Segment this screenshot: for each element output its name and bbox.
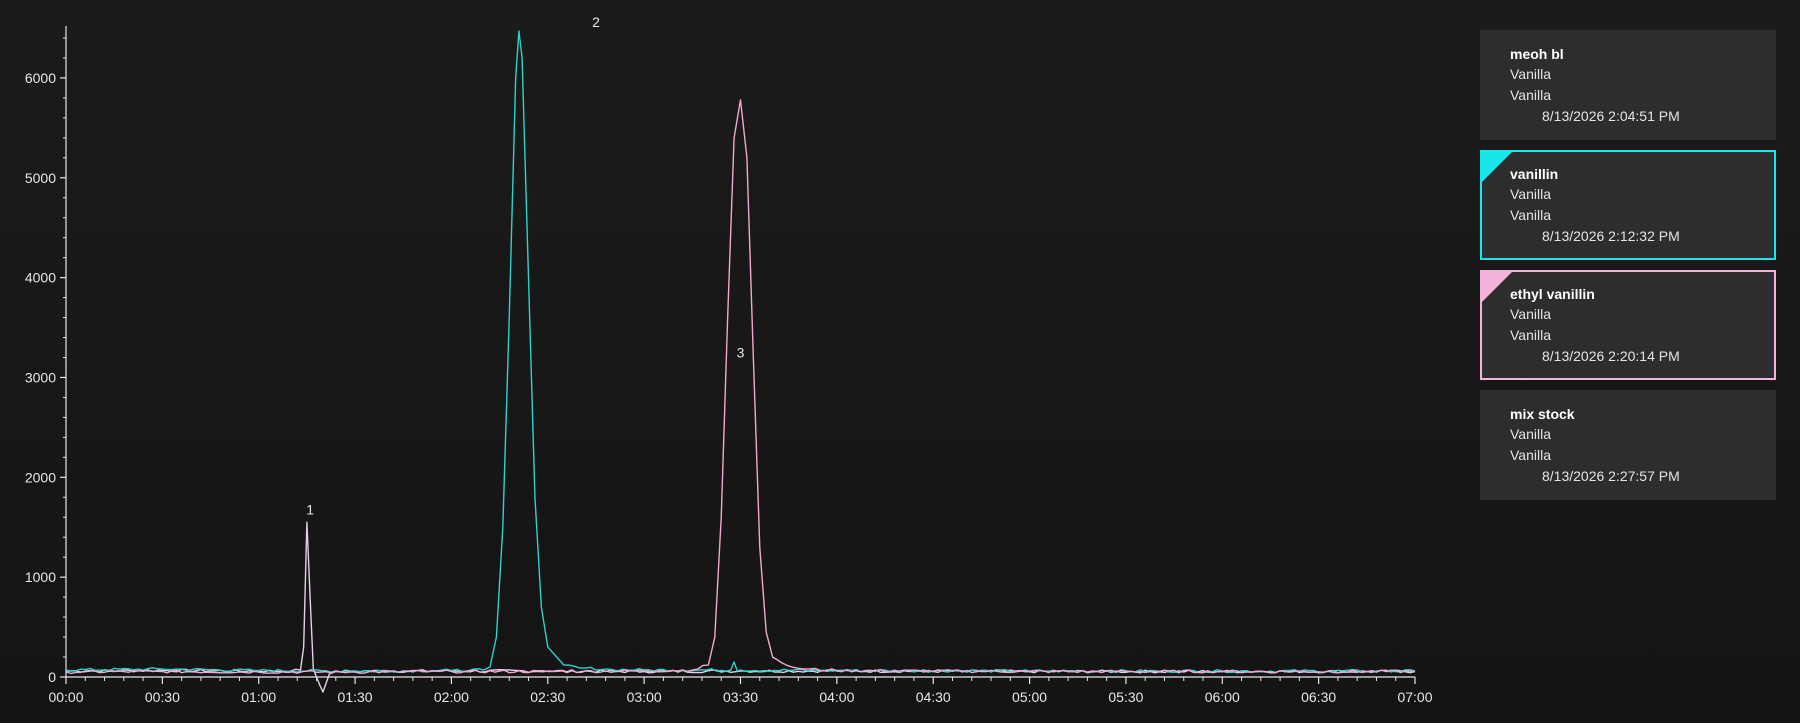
x-tick-label: 03:00 — [627, 689, 662, 705]
sample-line1: Vanilla — [1510, 66, 1551, 82]
x-tick-label: 06:00 — [1205, 689, 1240, 705]
sample-line2: Vanilla — [1510, 327, 1551, 343]
sample-date: 8/13/2026 2:12:32 PM — [1542, 228, 1680, 244]
sample-card[interactable]: mix stock Vanilla Vanilla 8/13/2026 2:27:57… — [1480, 390, 1776, 500]
sample-list: meoh bl Vanilla Vanilla 8/13/2026 2:04:51 P… — [1480, 30, 1778, 510]
sample-name: meoh bl — [1510, 46, 1564, 62]
x-tick-label: 02:30 — [530, 689, 565, 705]
selection-corner-icon — [1482, 272, 1512, 302]
peak-label-2: 2 — [592, 14, 600, 30]
sample-card[interactable]: meoh bl Vanilla Vanilla 8/13/2026 2:04:51 P… — [1480, 30, 1776, 140]
x-tick-label: 04:30 — [916, 689, 951, 705]
sample-line2: Vanilla — [1510, 207, 1551, 223]
y-tick-label: 4000 — [25, 270, 56, 286]
peak-label-1: 1 — [306, 501, 314, 517]
sample-name: vanillin — [1510, 166, 1559, 182]
chromatogram-chart: 0 1000 2000 3000 4000 5000 6000 00:00 00:30 01:00… — [0, 0, 1440, 723]
x-tick-label: 01:00 — [241, 689, 276, 705]
x-tick-label: 05:00 — [1012, 689, 1047, 705]
series-line-3 — [65, 99, 1416, 675]
y-tick-label: 2000 — [25, 469, 56, 485]
sample-date: 8/13/2026 2:20:14 PM — [1542, 348, 1680, 364]
x-tick-label: 05:30 — [1108, 689, 1143, 705]
sample-date: 8/13/2026 2:04:51 PM — [1542, 108, 1680, 124]
y-tick-label: 1000 — [25, 569, 56, 585]
series-line-1 — [66, 521, 1416, 693]
x-tick-label: 07:00 — [1397, 689, 1432, 705]
x-tick-label: 04:00 — [819, 689, 854, 705]
y-tick-label: 3000 — [25, 369, 56, 385]
sample-card[interactable]: ethyl vanillin Vanilla Vanilla 8/13/2026 2:… — [1480, 270, 1776, 380]
chromatogram-plot: 0 1000 2000 3000 4000 5000 6000 00:00 00:30 01:00… — [25, 14, 1433, 705]
x-tick-label: 00:00 — [48, 689, 83, 705]
x-tick-label: 00:30 — [145, 689, 180, 705]
selection-corner-icon — [1482, 152, 1512, 182]
sample-line2: Vanilla — [1510, 447, 1551, 463]
sample-card[interactable]: vanillin Vanilla Vanilla 8/13/2026 2:12:32 … — [1480, 150, 1776, 260]
y-tick-label: 5000 — [25, 170, 56, 186]
sample-line1: Vanilla — [1510, 306, 1551, 322]
sample-name: mix stock — [1510, 406, 1575, 422]
y-tick-label: 6000 — [25, 70, 56, 86]
x-tick-label: 03:30 — [723, 689, 758, 705]
sample-line2: Vanilla — [1510, 87, 1551, 103]
sample-line1: Vanilla — [1510, 426, 1551, 442]
sample-date: 8/13/2026 2:27:57 PM — [1542, 468, 1680, 484]
peak-label-3: 3 — [737, 344, 745, 360]
sample-line1: Vanilla — [1510, 186, 1551, 202]
sample-name: ethyl vanillin — [1510, 286, 1595, 302]
x-tick-label: 06:30 — [1301, 689, 1336, 705]
x-tick-label: 02:00 — [434, 689, 469, 705]
x-tick-label: 01:30 — [338, 689, 373, 705]
y-tick-label: 0 — [48, 669, 56, 685]
